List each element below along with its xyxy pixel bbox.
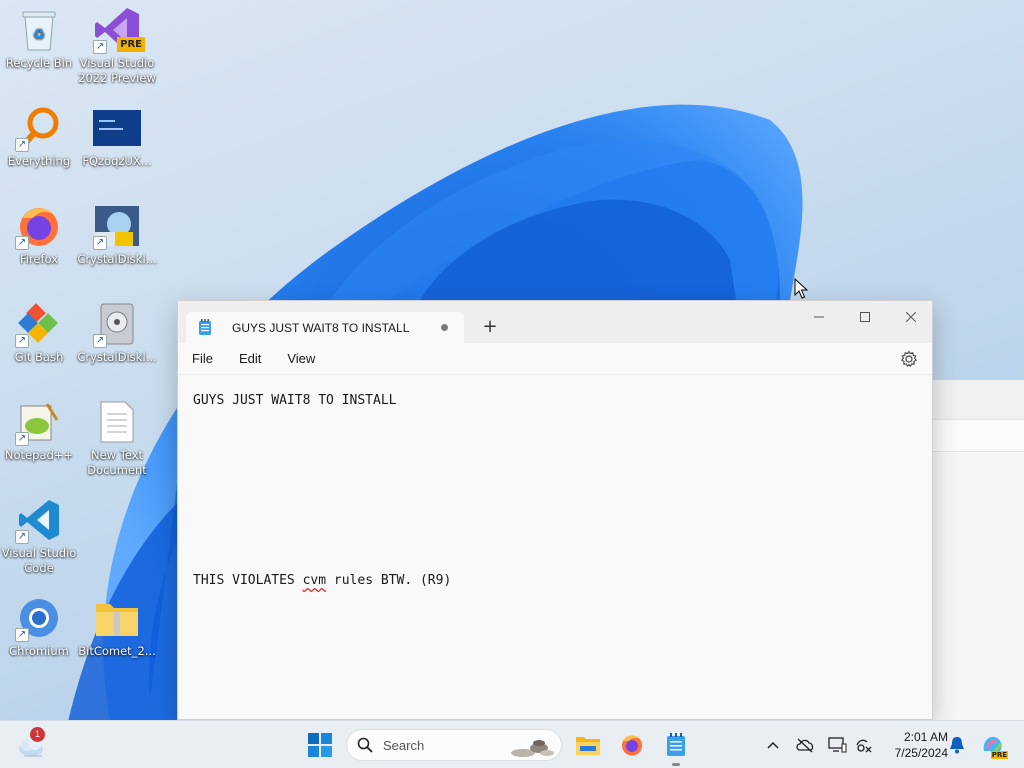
desktop-icon-crystaldiskinfo[interactable]: ↗ CrystalDiskI... <box>77 202 157 267</box>
bell-icon <box>950 737 964 754</box>
taskbar-file-explorer[interactable] <box>572 729 604 761</box>
shortcut-arrow-icon: ↗ <box>15 236 29 250</box>
copilot-button[interactable]: PRE <box>978 731 1008 759</box>
crystaldiskinfo-icon: ↗ <box>93 202 141 250</box>
shortcut-arrow-icon: ↗ <box>93 40 107 54</box>
title-bar[interactable]: GUYS JUST WAIT8 TO INSTALL + <box>178 301 932 343</box>
firefox-icon: ↗ <box>15 202 63 250</box>
search-highlight-illustration-icon <box>511 740 554 757</box>
tab-document[interactable]: GUYS JUST WAIT8 TO INSTALL <box>186 312 464 343</box>
chromium-icon: ↗ <box>15 594 63 642</box>
shortcut-arrow-icon: ↗ <box>15 138 29 152</box>
firefox-icon <box>622 735 642 756</box>
desktop-icon-bitcomet-folder[interactable]: BitComet_2... <box>78 594 156 659</box>
maximize-icon <box>860 312 870 322</box>
search-icon <box>357 737 373 753</box>
line2-text-after: rules BTW. (R9) <box>326 573 452 588</box>
new-tab-button[interactable]: + <box>478 315 502 339</box>
taskbar-search-box[interactable]: Search <box>346 729 562 761</box>
system-clock[interactable]: 2:01 AM 7/25/2024 <box>878 729 948 761</box>
editor-line-1: GUYS JUST WAIT8 TO INSTALL <box>193 393 397 408</box>
copilot-preview-badge: PRE <box>990 751 1008 759</box>
taskbar-firefox[interactable] <box>616 729 648 761</box>
windows-logo-icon <box>308 733 332 757</box>
desktop-icon-new-text-document[interactable]: New Text Document <box>78 398 156 478</box>
everything-search-icon: ↗ <box>15 104 63 152</box>
cloud-offline-icon <box>796 738 814 753</box>
line2-text-before: THIS VIOLATES <box>193 573 303 588</box>
shortcut-arrow-icon: ↗ <box>15 334 29 348</box>
close-icon <box>906 312 916 322</box>
menu-file[interactable]: File <box>192 347 213 370</box>
desktop-icon-firefox[interactable]: ↗ Firefox <box>0 202 78 267</box>
chevron-up-icon <box>767 741 779 749</box>
crystaldiskmark-icon: ↗ <box>93 300 141 348</box>
desktop-icon-git-bash[interactable]: ↗ Git Bash <box>0 300 78 365</box>
background-window[interactable] <box>930 380 1024 720</box>
tray-cloud-offline[interactable] <box>792 731 818 759</box>
menu-edit[interactable]: Edit <box>239 347 261 370</box>
visual-studio-icon: PRE ↗ <box>93 6 145 54</box>
minimize-icon <box>814 316 824 318</box>
preview-badge: PRE <box>117 37 145 52</box>
shortcut-arrow-icon: ↗ <box>93 236 107 250</box>
tray-display[interactable] <box>824 731 850 759</box>
desktop-icon-visual-studio-code[interactable]: ↗ Visual Studio Code <box>0 496 78 576</box>
text-document-icon <box>93 398 141 446</box>
settings-gear-icon[interactable] <box>900 350 918 368</box>
clock-date: 7/25/2024 <box>894 746 948 760</box>
git-bash-icon: ↗ <box>15 300 63 348</box>
notifications-button[interactable] <box>946 731 968 759</box>
file-explorer-icon <box>576 737 600 755</box>
network-icon <box>856 739 872 753</box>
editor-line-2: THIS VIOLATES cvm rules BTW. (R9) <box>193 573 451 588</box>
notepad-icon <box>198 319 212 336</box>
show-hidden-icons-button[interactable] <box>762 731 784 759</box>
text-editor[interactable]: GUYS JUST WAIT8 TO INSTALL THIS VIOLATES… <box>178 375 932 719</box>
desktop-icon-everything[interactable]: ↗ Everything <box>0 104 78 169</box>
desktop-icon-chromium[interactable]: ↗ Chromium <box>0 594 78 659</box>
misspelled-word[interactable]: cvm <box>303 573 326 588</box>
taskbar: 1 Search 2:01 AM 7/25/2024 PRE <box>0 720 1024 768</box>
recycle-bin-icon: ♻ <box>15 6 63 54</box>
zip-folder-icon <box>93 594 141 642</box>
menu-bar: File Edit View <box>178 343 932 375</box>
shortcut-arrow-icon: ↗ <box>15 432 29 446</box>
unsaved-indicator-icon[interactable] <box>441 324 448 331</box>
desktop-icon-notepad-plus-plus[interactable]: ↗ Notepad++ <box>0 398 78 463</box>
tab-title: GUYS JUST WAIT8 TO INSTALL <box>232 320 410 335</box>
minimize-button[interactable] <box>796 303 842 331</box>
vscode-icon: ↗ <box>15 496 63 544</box>
clock-time: 2:01 AM <box>903 730 948 744</box>
notification-count-badge: 1 <box>30 727 45 742</box>
menu-view[interactable]: View <box>287 347 315 370</box>
mouse-cursor-icon <box>794 277 809 300</box>
taskbar-notepad[interactable] <box>660 729 692 766</box>
shortcut-arrow-icon: ↗ <box>15 530 29 544</box>
tray-network[interactable] <box>852 731 876 759</box>
desktop-icon-fqzoqzux[interactable]: FQzoqzUX... <box>78 104 156 169</box>
desktop-icon-crystaldiskmark[interactable]: ↗ CrystalDiskI... <box>77 300 157 365</box>
start-button[interactable] <box>306 731 334 759</box>
desktop-icon-visual-studio-2022-preview[interactable]: PRE ↗ Visual Studio 2022 Preview <box>78 6 156 86</box>
close-button[interactable] <box>888 303 934 331</box>
shortcut-arrow-icon: ↗ <box>93 334 107 348</box>
shortcut-arrow-icon: ↗ <box>15 628 29 642</box>
notepad-icon <box>667 733 685 756</box>
active-app-indicator <box>672 763 680 766</box>
monitor-icon <box>828 737 847 753</box>
search-placeholder: Search <box>383 737 425 753</box>
maximize-button[interactable] <box>842 303 888 331</box>
svg-text:♻: ♻ <box>33 27 46 43</box>
notepad-window[interactable]: GUYS JUST WAIT8 TO INSTALL + File Edit V… <box>177 300 933 720</box>
notepad-plus-plus-icon: ↗ <box>15 398 63 446</box>
desktop-icon-recycle-bin[interactable]: ♻ Recycle Bin <box>0 6 78 71</box>
application-icon <box>93 104 141 152</box>
